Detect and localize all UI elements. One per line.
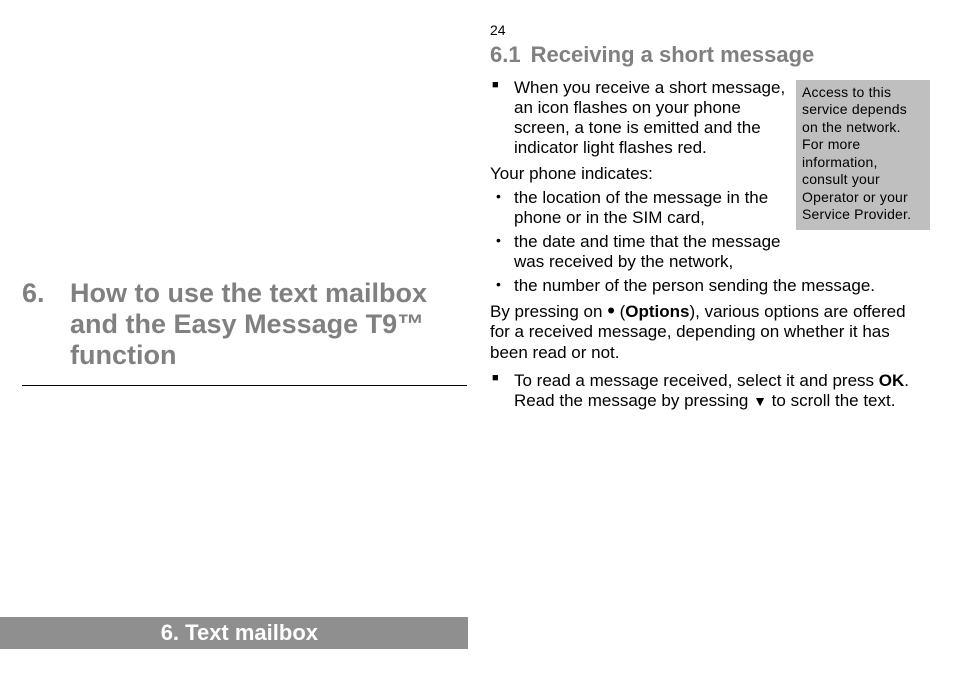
section-number: 6.1 — [490, 42, 521, 67]
chapter-number: 6. — [22, 278, 70, 309]
chapter-heading-block: 6.How to use the text mailbox and the Ea… — [22, 278, 467, 386]
square-bullet-2: To read a message received, select it an… — [490, 371, 930, 411]
indicates-list: the location of the message in the phone… — [490, 188, 930, 296]
page-number: 24 — [490, 22, 506, 38]
softkey-dot-icon: • — [607, 298, 615, 323]
content-column: 6.1Receiving a short message Access to t… — [490, 42, 930, 417]
footer-bar: 6. Text mailbox — [0, 617, 468, 649]
down-triangle-icon: ▼ — [753, 393, 767, 409]
square-bullet-1: When you receive a short message, an ico… — [490, 78, 930, 158]
chapter-divider — [22, 385, 467, 386]
list-item: the date and time that the message was r… — [490, 232, 930, 272]
sq2-text: To read a message received, select it an… — [514, 371, 879, 390]
list-item: the number of the person sending the mes… — [490, 276, 930, 296]
options-paragraph: By pressing on • (Options), various opti… — [490, 302, 930, 362]
chapter-title: How to use the text mailbox and the Easy… — [70, 278, 430, 371]
options-label: Options — [625, 302, 689, 321]
section-title: Receiving a short message — [531, 42, 815, 67]
para-text: By pressing on — [490, 302, 607, 321]
ok-label: OK — [879, 371, 905, 390]
list-item: the location of the message in the phone… — [490, 188, 930, 228]
section-heading: 6.1 Receiving a short message — [490, 42, 930, 68]
sq2-text: to scroll the text. — [767, 391, 896, 410]
